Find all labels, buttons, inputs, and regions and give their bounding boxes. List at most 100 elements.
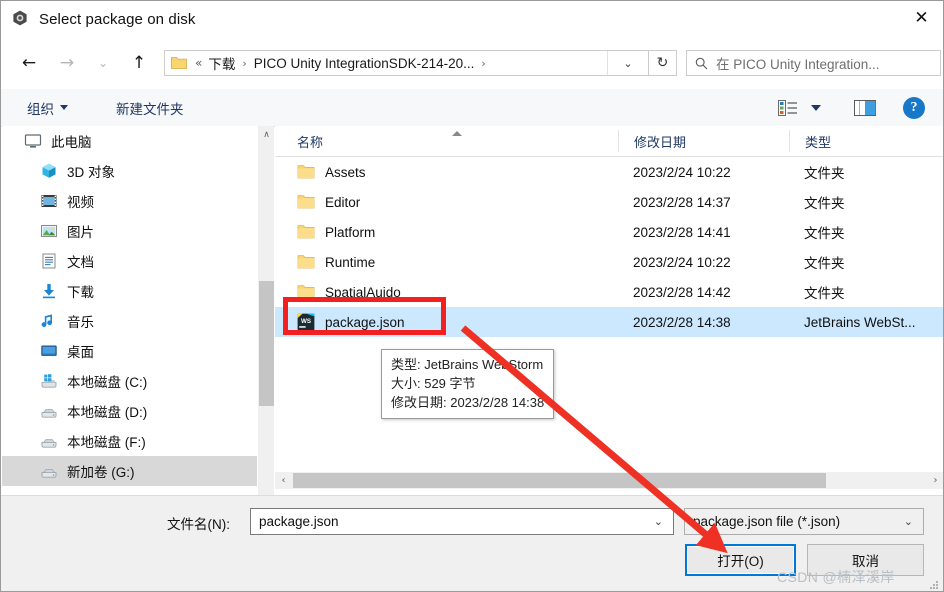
- scroll-right-icon[interactable]: ›: [927, 472, 943, 489]
- file-date-cell: 2023/2/28 14:37: [633, 194, 731, 210]
- webstorm-icon: WS: [297, 313, 315, 331]
- scroll-left-icon[interactable]: ‹: [275, 472, 292, 489]
- recent-locations-button[interactable]: ⌄: [88, 48, 118, 78]
- file-name-label: Platform: [325, 224, 376, 240]
- breadcrumb-separator-icon: ›: [242, 56, 247, 70]
- sidebar-item-6[interactable]: 音乐: [2, 306, 257, 336]
- tooltip-size-line: 大小: 529 字节: [391, 376, 476, 391]
- sidebar-item-3[interactable]: 图片: [2, 216, 257, 246]
- organize-button[interactable]: 组织: [23, 89, 72, 126]
- column-header-name[interactable]: 名称: [275, 130, 618, 152]
- up-button[interactable]: ↑: [124, 48, 154, 78]
- filetype-select[interactable]: package.json file (*.json) ⌄: [684, 508, 924, 535]
- window-title: Select package on disk: [39, 10, 196, 28]
- view-dropdown-chevron-icon[interactable]: [811, 104, 821, 111]
- sidebar-item-9[interactable]: 本地磁盘 (D:): [2, 396, 257, 426]
- address-dropdown-icon[interactable]: ⌄: [607, 51, 648, 75]
- sidebar-item-label: 此电脑: [51, 135, 92, 150]
- file-type-cell: 文件夹: [804, 196, 845, 211]
- filename-input[interactable]: package.json ⌄: [250, 508, 674, 535]
- column-header-type[interactable]: 类型: [789, 130, 939, 152]
- sidebar-item-label: 视频: [67, 195, 94, 210]
- chevron-down-icon: [60, 105, 68, 110]
- drive-icon: [40, 402, 58, 420]
- file-name-cell: Editor: [275, 193, 618, 211]
- forward-button[interactable]: →: [52, 48, 82, 78]
- new-folder-button[interactable]: 新建文件夹: [112, 89, 188, 126]
- back-button[interactable]: ←: [14, 48, 44, 78]
- column-header-name-label: 名称: [297, 134, 324, 150]
- table-row[interactable]: WS package.json 2023/2/28 14:38 JetBrains W…: [275, 307, 943, 337]
- preview-pane-icon[interactable]: [853, 99, 877, 116]
- folder-icon: [297, 253, 315, 271]
- sidebar-item-label: 音乐: [67, 315, 94, 330]
- filename-dropdown-icon[interactable]: ⌄: [654, 515, 663, 528]
- sidebar-item-11[interactable]: 新加卷 (G:): [2, 456, 257, 486]
- search-placeholder: 在 PICO Unity Integration...: [716, 57, 880, 72]
- file-list-pane: 名称 修改日期 类型 Assets 2023/2/24 10:22 文件夹 Edito…: [275, 126, 943, 496]
- table-row[interactable]: Assets 2023/2/24 10:22 文件夹: [275, 157, 943, 187]
- 3d-objects-icon: [40, 162, 58, 180]
- breadcrumb-overflow-icon[interactable]: «: [195, 56, 202, 70]
- search-box[interactable]: 在 PICO Unity Integration...: [686, 50, 941, 76]
- scroll-up-icon[interactable]: ∧: [258, 126, 275, 143]
- breadcrumb-segment-downloads[interactable]: 下载: [208, 53, 235, 73]
- file-date-cell: 2023/2/28 14:41: [633, 224, 731, 240]
- close-icon[interactable]: ✕: [898, 1, 943, 35]
- sidebar-item-2[interactable]: 视频: [2, 186, 257, 216]
- drive-icon: [40, 432, 58, 450]
- music-icon: [40, 312, 58, 330]
- filename-label: 文件名(N):: [167, 517, 230, 532]
- sidebar-scroll-thumb[interactable]: [259, 281, 274, 406]
- sidebar-item-8[interactable]: 本地磁盘 (C:): [2, 366, 257, 396]
- file-rows-container: Assets 2023/2/24 10:22 文件夹 Editor 2023/2/28 …: [275, 157, 943, 337]
- table-row[interactable]: Editor 2023/2/28 14:37 文件夹: [275, 187, 943, 217]
- file-name-label: SpatialAuido: [325, 284, 401, 300]
- file-name-label: Runtime: [325, 254, 376, 270]
- breadcrumb-segment-current[interactable]: PICO Unity IntegrationSDK-214-20...: [254, 56, 475, 71]
- file-name-cell: WS package.json: [275, 313, 618, 331]
- file-list-horizontal-scrollbar[interactable]: ‹ ›: [275, 472, 943, 489]
- refresh-button[interactable]: ↻: [649, 50, 677, 76]
- sidebar-item-label: 3D 对象: [67, 165, 116, 180]
- tooltip-type-line: 类型: JetBrains WebStorm: [391, 357, 544, 372]
- file-name-label: package.json: [325, 314, 405, 330]
- sidebar-item-1[interactable]: 3D 对象: [2, 156, 257, 186]
- column-header-date-label: 修改日期: [634, 134, 687, 150]
- table-row[interactable]: Runtime 2023/2/24 10:22 文件夹: [275, 247, 943, 277]
- file-name-cell: Platform: [275, 223, 618, 241]
- table-row[interactable]: Platform 2023/2/28 14:41 文件夹: [275, 217, 943, 247]
- file-name-label: Editor: [325, 194, 361, 210]
- horizontal-scroll-thumb[interactable]: [293, 473, 826, 488]
- file-type-cell: 文件夹: [804, 256, 845, 271]
- select-package-dialog: Select package on disk ✕ ← → ⌄ ↑ « 下载 › …: [0, 0, 944, 592]
- file-date-cell: 2023/2/24 10:22: [633, 164, 731, 180]
- list-view-icon[interactable]: [775, 99, 801, 116]
- folder-icon: [297, 283, 315, 301]
- sidebar-item-7[interactable]: 桌面: [2, 336, 257, 366]
- sidebar-item-10[interactable]: 本地磁盘 (F:): [2, 426, 257, 456]
- unity-hexagon-icon: [12, 10, 30, 28]
- sidebar-item-5[interactable]: 下载: [2, 276, 257, 306]
- column-header-type-label: 类型: [805, 134, 832, 150]
- title-bar: Select package on disk ✕: [1, 1, 943, 37]
- sidebar-scrollbar[interactable]: ∧ ∨: [257, 126, 274, 496]
- file-date-cell: 2023/2/28 14:42: [633, 284, 731, 300]
- command-toolbar: 组织 新建文件夹 ?: [1, 89, 943, 127]
- sort-ascending-icon: [452, 131, 462, 136]
- column-header-date[interactable]: 修改日期: [618, 130, 789, 152]
- navigation-bar: ← → ⌄ ↑ « 下载 › PICO Unity IntegrationSDK…: [1, 37, 943, 89]
- tooltip-date-line: 修改日期: 2023/2/28 14:38: [391, 395, 545, 410]
- filetype-dropdown-icon[interactable]: ⌄: [904, 515, 913, 528]
- toolbar-right-group: ?: [775, 89, 943, 126]
- address-bar[interactable]: « 下载 › PICO Unity IntegrationSDK-214-20.…: [164, 50, 649, 76]
- file-name-label: Assets: [325, 164, 366, 180]
- file-type-cell: 文件夹: [804, 166, 845, 181]
- sidebar-item-0[interactable]: 此电脑: [2, 126, 257, 156]
- desktop-icon: [40, 342, 58, 360]
- help-button[interactable]: ?: [903, 96, 925, 119]
- resize-grip-icon[interactable]: [929, 578, 939, 589]
- breadcrumb-separator-end-icon[interactable]: ›: [481, 57, 485, 70]
- sidebar-item-4[interactable]: 文档: [2, 246, 257, 276]
- table-row[interactable]: SpatialAuido 2023/2/28 14:42 文件夹: [275, 277, 943, 307]
